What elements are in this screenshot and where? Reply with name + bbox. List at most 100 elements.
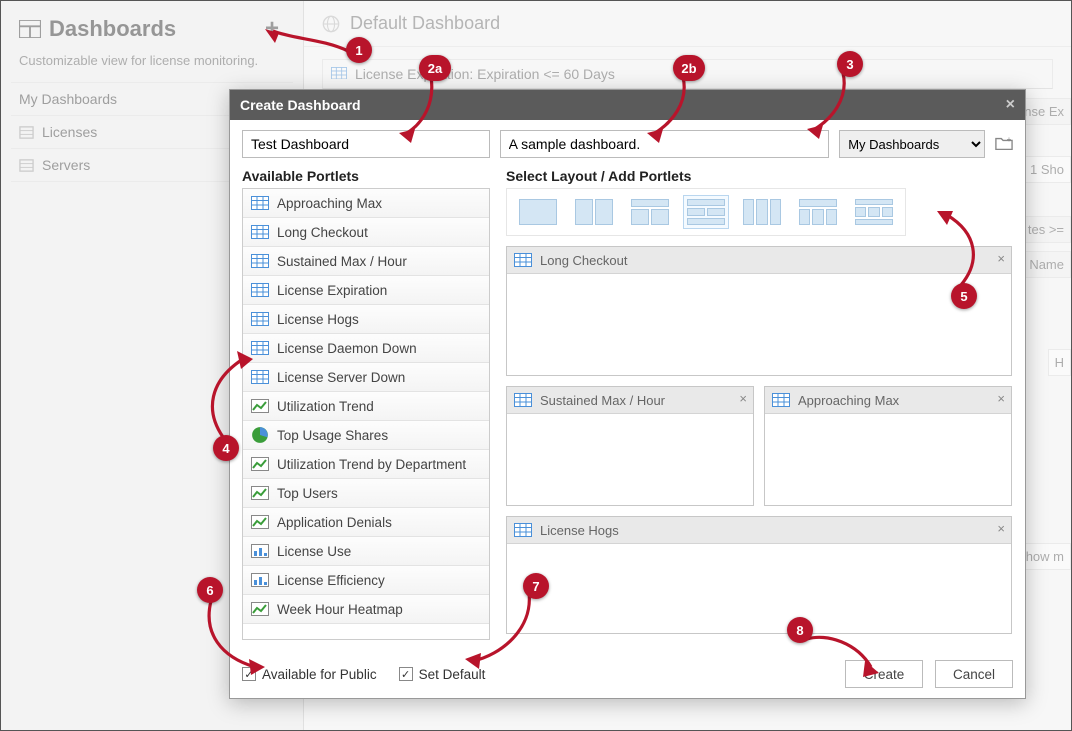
portlet-item-label: License Expiration [277, 283, 387, 298]
portlet-item[interactable]: Sustained Max / Hour [243, 247, 489, 276]
portlet-item-label: License Hogs [277, 312, 359, 327]
checkbox-label: Set Default [419, 667, 486, 682]
portlet-item[interactable]: License Server Down [243, 363, 489, 392]
callout-3: 3 [837, 51, 863, 77]
remove-portlet-icon[interactable]: × [997, 391, 1005, 406]
dashboard-name-input[interactable] [242, 130, 490, 158]
portlet-item-label: Long Checkout [277, 225, 368, 240]
portlet-item[interactable]: License Hogs [243, 305, 489, 334]
grid-icon [251, 195, 269, 211]
callout-2b: 2b [673, 55, 705, 81]
grid-icon [514, 392, 532, 408]
modal-titlebar: Create Dashboard × [230, 90, 1025, 120]
callout-1: 1 [346, 37, 372, 63]
folder-select[interactable]: My Dashboards [839, 130, 985, 158]
grid-icon [251, 253, 269, 269]
create-button[interactable]: Create [845, 660, 923, 688]
dropzone-mid-left[interactable]: Sustained Max / Hour × [506, 386, 754, 506]
callout-8: 8 [787, 617, 813, 643]
available-portlets-list[interactable]: Approaching Max Long Checkout Sustained Ma… [242, 188, 490, 640]
layout-picker [506, 188, 906, 236]
grid-icon [514, 252, 532, 268]
remove-portlet-icon[interactable]: × [997, 251, 1005, 266]
dashboard-desc-input[interactable] [500, 130, 830, 158]
portlet-item[interactable]: Long Checkout [243, 218, 489, 247]
portlet-item-label: Top Users [277, 486, 338, 501]
dropzone-label: Long Checkout [540, 253, 627, 268]
grid-icon [514, 522, 532, 538]
line-icon [251, 398, 269, 414]
portlet-item-label: License Efficiency [277, 573, 385, 588]
close-icon[interactable]: × [1006, 96, 1015, 114]
available-public-checkbox[interactable]: ✓ Available for Public [242, 667, 377, 682]
pie-icon [251, 427, 269, 443]
checkbox-icon: ✓ [399, 667, 413, 681]
bar-icon [251, 572, 269, 588]
remove-portlet-icon[interactable]: × [739, 391, 747, 406]
portlet-item-label: License Server Down [277, 370, 405, 385]
select-layout-title: Select Layout / Add Portlets [506, 168, 1013, 184]
dropzone-label: Sustained Max / Hour [540, 393, 665, 408]
available-portlets-title: Available Portlets [242, 168, 490, 184]
portlet-item[interactable]: License Efficiency [243, 566, 489, 595]
portlet-item-label: License Daemon Down [277, 341, 417, 356]
line-icon [251, 456, 269, 472]
portlet-item-label: Application Denials [277, 515, 392, 530]
dropzone-label: License Hogs [540, 523, 619, 538]
layout-opt-header-2col-footer[interactable] [683, 195, 729, 229]
portlet-item-label: Sustained Max / Hour [277, 254, 407, 269]
portlet-item-label: Approaching Max [277, 196, 382, 211]
dropzone-bottom[interactable]: License Hogs × [506, 516, 1012, 634]
portlet-item[interactable]: License Expiration [243, 276, 489, 305]
line-icon [251, 514, 269, 530]
portlet-item[interactable]: Utilization Trend [243, 392, 489, 421]
dropzone-area: Long Checkout × Sustained Max / Hour × [506, 246, 1013, 634]
checkbox-label: Available for Public [262, 667, 377, 682]
set-default-checkbox[interactable]: ✓ Set Default [399, 667, 486, 682]
callout-7: 7 [523, 573, 549, 599]
grid-icon [251, 369, 269, 385]
new-folder-icon[interactable]: + [995, 135, 1013, 153]
portlet-item-label: Week Hour Heatmap [277, 602, 403, 617]
cancel-button[interactable]: Cancel [935, 660, 1013, 688]
layout-opt-1col[interactable] [515, 195, 561, 229]
checkbox-icon: ✓ [242, 667, 256, 681]
portlet-item-label: Top Usage Shares [277, 428, 388, 443]
callout-5: 5 [951, 283, 977, 309]
callout-6: 6 [197, 577, 223, 603]
dropzone-mid-right[interactable]: Approaching Max × [764, 386, 1012, 506]
layout-opt-header-3col-footer[interactable] [851, 195, 897, 229]
layout-opt-3col[interactable] [739, 195, 785, 229]
portlet-item[interactable]: Utilization Trend by Department [243, 450, 489, 479]
line-icon [251, 485, 269, 501]
layout-opt-header-3col[interactable] [795, 195, 841, 229]
bar-icon [251, 543, 269, 559]
dropzone-top[interactable]: Long Checkout × [506, 246, 1012, 376]
remove-portlet-icon[interactable]: × [997, 521, 1005, 536]
svg-text:+: + [1007, 135, 1012, 144]
callout-2a: 2a [419, 55, 451, 81]
grid-icon [251, 282, 269, 298]
grid-icon [251, 340, 269, 356]
create-dashboard-modal: Create Dashboard × My Dashboards + Avail… [229, 89, 1026, 699]
modal-footer: ✓ Available for Public ✓ Set Default Cre… [242, 660, 1013, 688]
layout-opt-2col[interactable] [571, 195, 617, 229]
grid-icon [251, 311, 269, 327]
portlet-item[interactable]: Application Denials [243, 508, 489, 537]
portlet-item[interactable]: Top Users [243, 479, 489, 508]
portlet-item-label: License Use [277, 544, 351, 559]
portlet-item[interactable]: License Daemon Down [243, 334, 489, 363]
dropzone-label: Approaching Max [798, 393, 899, 408]
grid-icon [772, 392, 790, 408]
portlet-item[interactable]: License Use [243, 537, 489, 566]
grid-icon [251, 224, 269, 240]
portlet-item-label: Utilization Trend by Department [277, 457, 466, 472]
portlet-item[interactable]: Approaching Max [243, 189, 489, 218]
callout-4: 4 [213, 435, 239, 461]
portlet-item[interactable]: Week Hour Heatmap [243, 595, 489, 624]
portlet-item-label: Utilization Trend [277, 399, 374, 414]
portlet-item[interactable]: Top Usage Shares [243, 421, 489, 450]
layout-opt-header-2col[interactable] [627, 195, 673, 229]
modal-title-text: Create Dashboard [240, 97, 361, 113]
line-icon [251, 601, 269, 617]
